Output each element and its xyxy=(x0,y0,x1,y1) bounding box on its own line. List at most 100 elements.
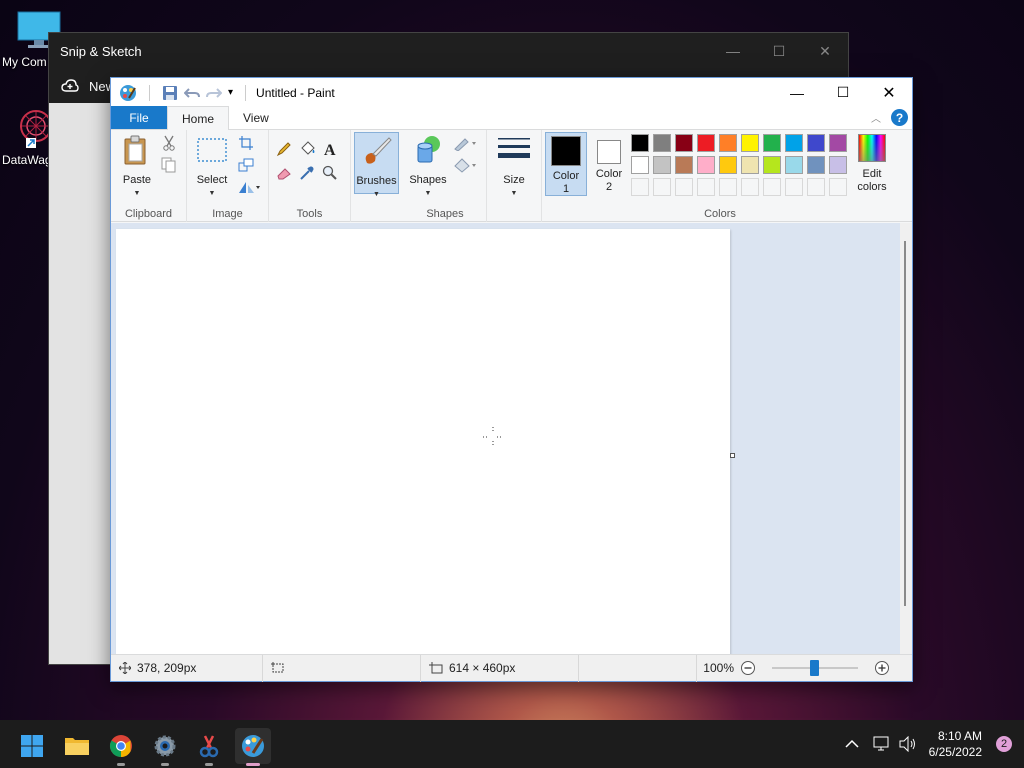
snip-close-button[interactable]: ✕ xyxy=(802,43,848,60)
paste-button[interactable]: Paste ▼ xyxy=(119,132,155,200)
color-swatch[interactable] xyxy=(807,134,825,152)
size-group: Size ▼ xyxy=(487,130,542,222)
color-swatch[interactable] xyxy=(829,156,847,174)
color-swatch[interactable] xyxy=(653,134,671,152)
outline-icon[interactable] xyxy=(452,134,478,152)
cut-icon[interactable] xyxy=(160,134,178,152)
color-swatch[interactable] xyxy=(785,134,803,152)
color-swatch[interactable] xyxy=(763,134,781,152)
snip-sketch-button[interactable] xyxy=(191,728,227,766)
paint-maximize-button[interactable]: ☐ xyxy=(820,78,866,107)
chrome-button[interactable] xyxy=(103,728,139,766)
custom-color-slot[interactable] xyxy=(763,178,781,196)
settings-button[interactable] xyxy=(147,728,183,766)
custom-color-slot[interactable] xyxy=(807,178,825,196)
color-swatch[interactable] xyxy=(785,156,803,174)
color-swatch[interactable] xyxy=(697,134,715,152)
zoom-in-icon[interactable] xyxy=(874,660,890,676)
drawing-canvas[interactable] xyxy=(116,229,730,656)
custom-color-slot[interactable] xyxy=(785,178,803,196)
shapes-caret-icon: ▼ xyxy=(424,190,432,197)
custom-color-slot[interactable] xyxy=(675,178,693,196)
color-picker-icon[interactable] xyxy=(298,164,316,182)
color1-number: 1 xyxy=(562,183,570,195)
help-button[interactable]: ? xyxy=(891,109,908,126)
copy-icon[interactable] xyxy=(160,156,178,174)
vertical-scrollbar[interactable] xyxy=(900,223,912,656)
ribbon-collapse-button[interactable]: ︿ xyxy=(871,110,881,125)
custom-color-slot[interactable] xyxy=(653,178,671,196)
paste-caret-icon: ▼ xyxy=(133,190,141,197)
fill-icon[interactable] xyxy=(298,140,316,158)
edit-colors-button[interactable]: Edit colors xyxy=(852,132,892,194)
zoom-out-icon[interactable] xyxy=(740,660,756,676)
size-button[interactable]: Size ▼ xyxy=(495,132,533,200)
qat-customize-button[interactable]: ▾ xyxy=(228,87,233,98)
select-button[interactable]: Select ▼ xyxy=(194,132,230,200)
eraser-icon[interactable] xyxy=(275,164,293,182)
shapes-group: Shapes ▼ Shapes xyxy=(404,130,487,222)
snip-new-button[interactable]: New xyxy=(61,78,115,94)
redo-icon[interactable] xyxy=(206,85,222,101)
color-swatch[interactable] xyxy=(719,156,737,174)
custom-color-slot[interactable] xyxy=(741,178,759,196)
scrollbar-thumb[interactable] xyxy=(904,241,906,606)
undo-icon[interactable] xyxy=(184,85,200,101)
save-icon[interactable] xyxy=(162,85,178,101)
color1-preview xyxy=(551,136,581,166)
snip-minimize-button[interactable]: — xyxy=(710,43,756,60)
image-size-icon xyxy=(429,662,443,674)
start-button[interactable] xyxy=(14,728,50,764)
resize-icon[interactable] xyxy=(237,156,255,174)
pencil-icon[interactable] xyxy=(275,140,293,158)
color-swatch[interactable] xyxy=(675,156,693,174)
start-icon xyxy=(21,735,43,757)
tray-chevron-icon[interactable] xyxy=(845,739,859,749)
color-swatch[interactable] xyxy=(829,134,847,152)
crop-icon[interactable] xyxy=(237,134,255,152)
color1-button[interactable]: Color 1 xyxy=(545,132,587,196)
clipboard-group-label: Clipboard xyxy=(124,208,173,220)
snip-maximize-button[interactable]: ☐ xyxy=(756,43,802,60)
color-swatch[interactable] xyxy=(631,156,649,174)
tab-view[interactable]: View xyxy=(229,106,283,129)
custom-color-slot[interactable] xyxy=(697,178,715,196)
paint-minimize-button[interactable]: — xyxy=(774,78,820,107)
color-swatch[interactable] xyxy=(653,156,671,174)
color-swatch[interactable] xyxy=(697,156,715,174)
clock[interactable]: 8:10 AM 6/25/2022 xyxy=(929,728,982,760)
color-swatch[interactable] xyxy=(807,156,825,174)
color-swatch[interactable] xyxy=(741,134,759,152)
volume-icon[interactable] xyxy=(899,736,917,752)
taskbar: 8:10 AM 6/25/2022 2 xyxy=(0,720,1024,768)
fill-shape-icon[interactable] xyxy=(452,156,478,174)
shapes-button[interactable]: Shapes ▼ xyxy=(408,132,448,200)
color2-button[interactable]: Color 2 xyxy=(592,132,626,194)
color-swatch[interactable] xyxy=(741,156,759,174)
color-swatch[interactable] xyxy=(631,134,649,152)
size-caret-icon: ▼ xyxy=(510,190,518,197)
ribbon-tabs: File Home View ︿ ? xyxy=(111,106,912,130)
rotate-icon[interactable] xyxy=(237,178,261,196)
magnifier-icon[interactable] xyxy=(321,164,339,182)
zoom-slider[interactable] xyxy=(772,660,858,676)
canvas-resize-handle[interactable] xyxy=(730,453,735,458)
notification-badge[interactable]: 2 xyxy=(996,736,1012,752)
paint-close-button[interactable]: ✕ xyxy=(866,78,912,107)
color-swatch[interactable] xyxy=(763,156,781,174)
brushes-button[interactable]: Brushes ▼ xyxy=(354,132,399,198)
text-icon[interactable]: A xyxy=(321,140,339,158)
zoom-slider-thumb[interactable] xyxy=(810,660,819,676)
color-swatch[interactable] xyxy=(675,134,693,152)
color-swatch[interactable] xyxy=(719,134,737,152)
paint-taskbar-button[interactable] xyxy=(235,728,271,766)
custom-color-slot[interactable] xyxy=(719,178,737,196)
tab-home[interactable]: Home xyxy=(167,106,230,130)
file-explorer-icon xyxy=(65,738,89,755)
tab-file[interactable]: File xyxy=(111,106,167,129)
custom-color-slot[interactable] xyxy=(829,178,847,196)
network-icon[interactable] xyxy=(873,736,891,752)
custom-color-slot[interactable] xyxy=(631,178,649,196)
file-explorer-button[interactable] xyxy=(59,728,95,764)
settings-icon xyxy=(154,735,176,757)
